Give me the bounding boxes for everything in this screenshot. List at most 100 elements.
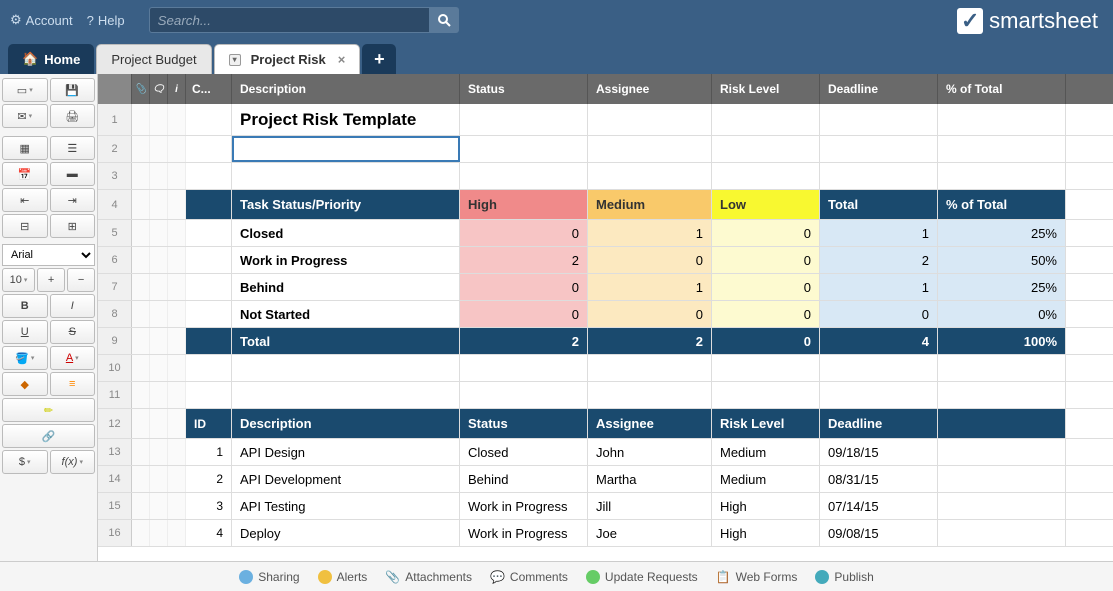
rownum[interactable]: 8: [98, 301, 132, 327]
fill-color[interactable]: 🪣▾: [2, 346, 48, 370]
alerts-link[interactable]: Alerts: [318, 570, 368, 584]
inc-size[interactable]: +: [37, 268, 65, 292]
attachments-link[interactable]: 📎Attachments: [385, 570, 472, 584]
expand-all[interactable]: ⊞: [50, 214, 96, 238]
sheet-title[interactable]: Project Risk Template: [232, 104, 460, 135]
sum-task-hdr[interactable]: Task Status/Priority: [232, 190, 460, 219]
tab-menu-icon[interactable]: ▾: [229, 54, 241, 66]
font-size[interactable]: 10▾: [2, 268, 35, 292]
rownum[interactable]: 14: [98, 466, 132, 492]
dead-col-header[interactable]: Deadline: [820, 74, 938, 104]
account-link[interactable]: ⚙ Account: [10, 12, 73, 28]
tab-close-icon[interactable]: ×: [338, 52, 346, 67]
sum-pct-hdr[interactable]: % of Total: [938, 190, 1066, 219]
webforms-link[interactable]: 📋Web Forms: [716, 570, 798, 584]
bell-icon: [318, 570, 332, 584]
expand-icon: ⊞: [68, 220, 77, 233]
print-button[interactable]: 🖨: [50, 104, 96, 128]
comment-col[interactable]: 🗨: [150, 74, 168, 104]
rownum[interactable]: 4: [98, 190, 132, 219]
help-link[interactable]: ? Help: [87, 13, 125, 28]
search-input[interactable]: [149, 7, 429, 33]
font-select[interactable]: Arial: [2, 244, 95, 266]
assign-col-header[interactable]: Assignee: [588, 74, 712, 104]
indent-right[interactable]: ⇥: [50, 188, 96, 212]
link-button[interactable]: 🔗: [2, 424, 95, 448]
updates-link[interactable]: Update Requests: [586, 570, 698, 584]
size-val: 10: [10, 274, 22, 286]
search-button[interactable]: [429, 7, 459, 33]
corner[interactable]: [98, 74, 132, 104]
clip-icon: 📎: [385, 570, 400, 584]
mail-tool[interactable]: ✉▾: [2, 104, 48, 128]
row-tool[interactable]: ▭▾: [2, 78, 48, 102]
account-label: Account: [26, 13, 73, 28]
bold-button[interactable]: B: [2, 294, 48, 318]
rownum[interactable]: 3: [98, 163, 132, 189]
rownum[interactable]: 7: [98, 274, 132, 300]
left-toolbar: ▭▾ 💾 ✉▾🖨 ▦☰ 📅 ▬ ⇤⇥ ⊟ ⊞ Arial 10▾+− BI US 🪣▾…: [0, 74, 98, 561]
balloon-icon: 🗨: [152, 84, 165, 95]
sharing-link[interactable]: Sharing: [239, 570, 299, 584]
desc-col-header[interactable]: Description: [232, 74, 460, 104]
rownum[interactable]: 12: [98, 409, 132, 438]
currency[interactable]: $▾: [2, 450, 48, 474]
rownum[interactable]: 9: [98, 328, 132, 354]
tab-project-risk[interactable]: ▾ Project Risk ×: [214, 44, 361, 74]
rownum[interactable]: 2: [98, 136, 132, 162]
rownum[interactable]: 15: [98, 493, 132, 519]
rownum[interactable]: 10: [98, 355, 132, 381]
home-tab[interactable]: 🏠 Home: [8, 44, 94, 74]
selected-cell[interactable]: [232, 136, 460, 162]
logo: ✓ smartsheet: [957, 8, 1098, 34]
new-tab-button[interactable]: +: [362, 44, 396, 74]
rownum[interactable]: 1: [98, 104, 132, 135]
strike-button[interactable]: S: [50, 320, 96, 344]
comments-link[interactable]: 💬Comments: [490, 570, 568, 584]
status-col-header[interactable]: Status: [460, 74, 588, 104]
rownum[interactable]: 13: [98, 439, 132, 465]
card-icon: ▬: [67, 168, 78, 180]
save-icon: 💾: [65, 84, 79, 97]
card-view[interactable]: ▬: [50, 162, 96, 186]
bars-icon: ≡: [69, 378, 75, 390]
highlight-icon: ✏: [44, 404, 53, 417]
search-icon: [437, 13, 451, 27]
publish-link[interactable]: Publish: [815, 570, 873, 584]
pct-col-header[interactable]: % of Total: [938, 74, 1066, 104]
rownum[interactable]: 16: [98, 520, 132, 546]
calendar-icon: 📅: [18, 168, 32, 181]
sum-total-hdr[interactable]: Total: [820, 190, 938, 219]
save-button[interactable]: 💾: [50, 78, 96, 102]
row-action-col[interactable]: i: [168, 74, 186, 104]
italic-button[interactable]: I: [50, 294, 96, 318]
format-painter[interactable]: ≡: [50, 372, 96, 396]
tab-project-budget[interactable]: Project Budget: [96, 44, 211, 74]
tab-budget-label: Project Budget: [111, 52, 196, 67]
sum-high-hdr[interactable]: High: [460, 190, 588, 219]
calendar-view[interactable]: 📅: [2, 162, 48, 186]
formula[interactable]: f(x)▾: [50, 450, 96, 474]
help-label: Help: [98, 13, 125, 28]
id-col-header[interactable]: C...: [186, 74, 232, 104]
underline-button[interactable]: U: [2, 320, 48, 344]
rownum[interactable]: 11: [98, 382, 132, 408]
rownum[interactable]: 5: [98, 220, 132, 246]
sum-med-hdr[interactable]: Medium: [588, 190, 712, 219]
sum-low-hdr[interactable]: Low: [712, 190, 820, 219]
rownum[interactable]: 6: [98, 247, 132, 273]
risk-col-header[interactable]: Risk Level: [712, 74, 820, 104]
text-color[interactable]: A▾: [50, 346, 96, 370]
clip-icon: 📎: [134, 84, 146, 95]
attach-col[interactable]: 📎: [132, 74, 150, 104]
indent-left[interactable]: ⇤: [2, 188, 48, 212]
dec-size[interactable]: −: [67, 268, 95, 292]
gantt-view[interactable]: ☰: [50, 136, 96, 160]
tab-risk-label: Project Risk: [251, 52, 326, 67]
grid-view[interactable]: ▦: [2, 136, 48, 160]
highlight[interactable]: ✏: [2, 398, 95, 422]
people-icon: [239, 570, 253, 584]
cond-format[interactable]: ◆: [2, 372, 48, 396]
collapse-all[interactable]: ⊟: [2, 214, 48, 238]
cell[interactable]: [186, 104, 232, 135]
